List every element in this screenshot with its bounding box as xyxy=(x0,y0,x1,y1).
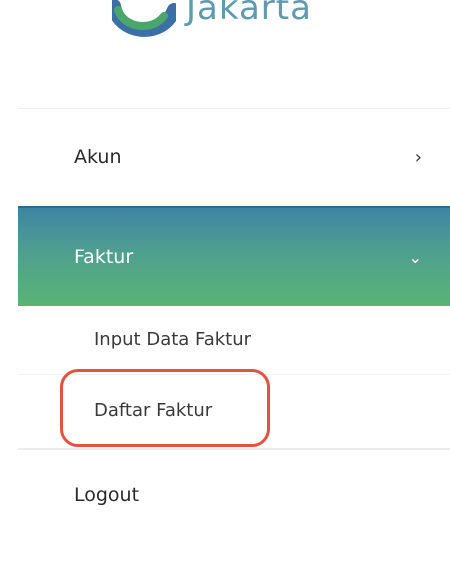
divider xyxy=(18,108,450,109)
jakarta-logo-icon xyxy=(112,0,176,37)
chevron-right-icon: › xyxy=(414,146,422,168)
brand-name: Jakarta xyxy=(186,0,312,28)
highlight-annotation xyxy=(60,369,270,447)
menu-item-label: Faktur xyxy=(74,246,134,268)
menu-item-logout[interactable]: Logout xyxy=(18,450,450,540)
menu-item-label: Logout xyxy=(74,484,140,506)
submenu-item-label: Input Data Faktur xyxy=(94,328,252,350)
sidebar-menu: Jakarta Akun › Faktur ⌄ Input Data Faktu… xyxy=(0,0,450,564)
menu-item-faktur[interactable]: Faktur ⌄ xyxy=(18,206,450,306)
chevron-down-icon: ⌄ xyxy=(408,247,422,267)
menu-item-akun[interactable]: Akun › xyxy=(18,110,450,204)
brand-logo[interactable]: Jakarta xyxy=(112,0,352,42)
menu-item-label: Akun xyxy=(74,146,122,168)
submenu-item-input-data-faktur[interactable]: Input Data Faktur xyxy=(18,304,450,374)
